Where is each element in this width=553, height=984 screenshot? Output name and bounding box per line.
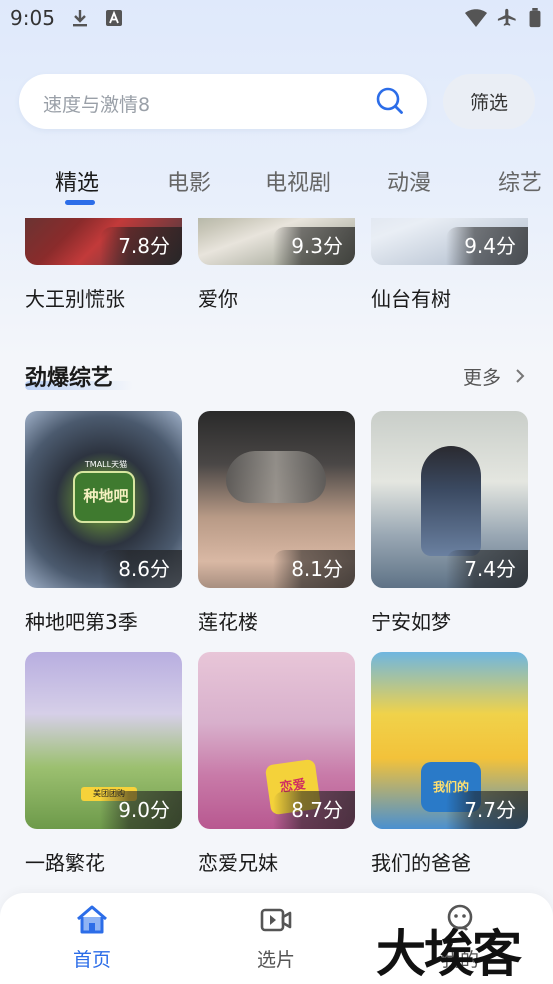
search-icon[interactable] [375, 86, 405, 116]
score-badge: 7.7分 [446, 791, 528, 829]
media-card[interactable]: 8.1分 莲花楼 [198, 411, 355, 634]
poster-image: TMALL天猫 种地吧 8.6分 [25, 411, 182, 588]
home-icon [77, 905, 107, 934]
watermark-text: 大埃客 [376, 924, 522, 983]
media-title: 莲花楼 [198, 610, 258, 634]
more-link[interactable]: 更多 [463, 363, 501, 390]
poster-image: 我们的 7.7分 [371, 652, 528, 829]
score-badge: 9.4分 [446, 227, 528, 265]
chevron-right-icon[interactable] [514, 368, 526, 384]
score-badge: 7.4分 [446, 550, 528, 588]
battery-icon [529, 8, 541, 28]
media-title: 大王别慌张 [25, 287, 125, 310]
status-time: 9:05 [10, 6, 55, 30]
poster-logo-zhongdi: 种地吧 [83, 487, 129, 505]
media-card[interactable]: 9.4分 仙台有树 [371, 218, 528, 310]
tab-anime[interactable]: 动漫 [387, 165, 431, 197]
poster-figure [421, 446, 481, 556]
tab-featured[interactable]: 精选 [55, 165, 99, 197]
media-title: 一路繁花 [25, 851, 105, 875]
media-title: 恋爱兄妹 [198, 851, 278, 875]
filter-button[interactable]: 筛选 [443, 74, 535, 129]
media-title: 种地吧第3季 [25, 610, 138, 634]
media-title: 仙台有树 [371, 287, 451, 310]
status-bar: 9:05 [0, 0, 553, 38]
search-input[interactable]: 速度与激情8 [19, 74, 427, 129]
score-badge: 9.3分 [273, 227, 355, 265]
airplane-icon [497, 8, 516, 26]
nav-browse[interactable]: 选片 [216, 893, 336, 984]
poster-image: 7.4分 [371, 411, 528, 588]
score-badge: 7.8分 [100, 227, 182, 265]
score-badge: 9.0分 [100, 791, 182, 829]
media-card[interactable]: 9.3分 爱你 [198, 218, 355, 310]
tab-movie[interactable]: 电影 [167, 165, 211, 197]
poster-image: 8.1分 [198, 411, 355, 588]
score-badge: 8.7分 [273, 791, 355, 829]
tab-active-indicator [65, 200, 95, 205]
tab-variety[interactable]: 综艺 [498, 165, 542, 197]
score-badge: 8.1分 [273, 550, 355, 588]
media-card[interactable]: 美团团购 9.0分 一路繁花 [25, 652, 182, 875]
media-title: 爱你 [198, 287, 238, 310]
section-title: 劲爆综艺 [25, 366, 114, 391]
nav-home[interactable]: 首页 [32, 893, 152, 984]
poster-image: 7.8分 [25, 218, 182, 265]
score-badge: 8.6分 [100, 550, 182, 588]
media-card[interactable]: TMALL天猫 种地吧 8.6分 种地吧第3季 [25, 411, 182, 634]
media-title: 宁安如梦 [371, 610, 451, 634]
poster-image: 美团团购 9.0分 [25, 652, 182, 829]
wifi-icon [465, 9, 487, 27]
poster-image: 9.3分 [198, 218, 355, 265]
search-placeholder: 速度与激情8 [43, 94, 151, 116]
download-icon [73, 10, 87, 27]
video-icon [260, 908, 292, 932]
media-card[interactable]: 7.4分 宁安如梦 [371, 411, 528, 634]
media-card[interactable]: 我们的 7.7分 我们的爸爸 [371, 652, 528, 875]
poster-image: 9.4分 [371, 218, 528, 265]
nav-browse-label: 选片 [256, 949, 295, 971]
nav-home-label: 首页 [72, 949, 111, 971]
media-title: 我们的爸爸 [371, 851, 471, 875]
top-row: 7.8分 大王别慌张 9.3分 爱你 9.4分 仙台有树 [0, 218, 553, 310]
poster-mask [226, 451, 326, 503]
poster-image: 恋爱 8.7分 [198, 652, 355, 829]
tab-tv-series[interactable]: 电视剧 [265, 165, 331, 197]
poster-logo-tmall: TMALL天猫 [84, 460, 128, 469]
media-card[interactable]: 恋爱 8.7分 恋爱兄妹 [198, 652, 355, 875]
watermark: 大埃客 [376, 908, 546, 983]
font-app-icon [106, 10, 122, 26]
media-card[interactable]: 7.8分 大王别慌张 [25, 218, 182, 310]
poster-logo: TMALL天猫 种地吧 [73, 460, 135, 523]
